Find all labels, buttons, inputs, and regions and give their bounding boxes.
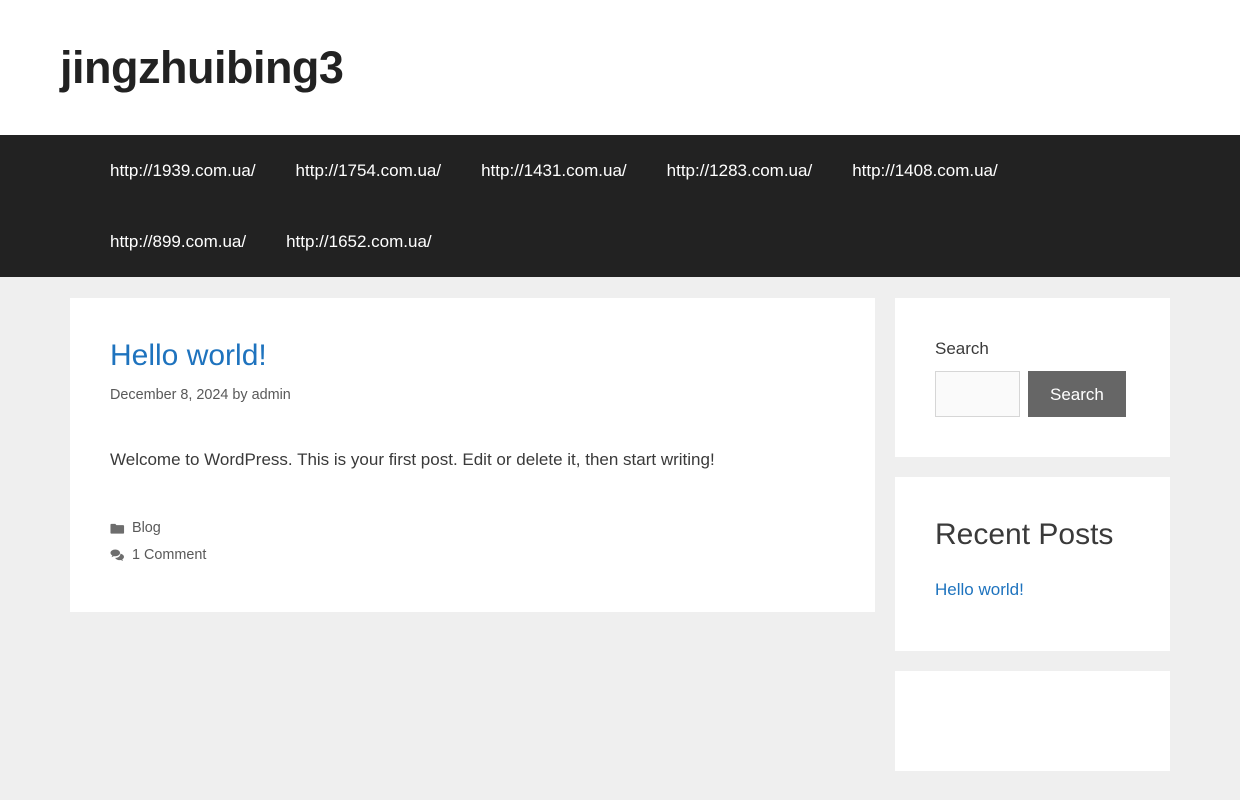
nav-item-899[interactable]: http://899.com.ua/ [90,206,266,277]
site-header: jingzhuibing3 [0,0,1240,135]
category-link-blog[interactable]: Blog [132,517,161,539]
nav-item-1408[interactable]: http://1408.com.ua/ [832,135,1018,206]
post-paragraph: Welcome to WordPress. This is your first… [110,449,715,469]
comments-icon [110,548,125,563]
nav-item-1431[interactable]: http://1431.com.ua/ [461,135,647,206]
recent-post-link-hello-world[interactable]: Hello world! [935,580,1024,599]
nav-item-1283[interactable]: http://1283.com.ua/ [647,135,833,206]
sidebar: Search Search Recent Posts Hello world! [895,298,1170,791]
recent-posts-list: Hello world! [935,577,1130,603]
comments-link[interactable]: 1 Comment [132,544,206,566]
widget-recent-posts: Recent Posts Hello world! [895,477,1170,651]
widget-additional [895,670,1170,771]
post-by-label: by [232,387,248,403]
site-header-inner: jingzhuibing3 [20,43,1220,93]
post-author-link[interactable]: admin [252,387,291,403]
nav-item-1754[interactable]: http://1754.com.ua/ [276,135,462,206]
post-comments: 1 Comment [110,544,835,566]
post-date: December 8, 2024 [110,387,229,403]
search-form: Search [935,371,1130,418]
widget-title-recent-posts: Recent Posts [935,518,1114,552]
site-content: Hello world! December 8, 2024 by admin W… [0,277,1240,791]
post-footer: Blog 1 Comment [110,517,835,567]
nav-item-1939[interactable]: http://1939.com.ua/ [90,135,276,206]
content-area: Hello world! December 8, 2024 by admin W… [70,298,875,632]
widget-search: Search Search [895,298,1170,458]
site-title[interactable]: jingzhuibing3 [60,43,1180,93]
post-content: Welcome to WordPress. This is your first… [110,447,835,473]
search-submit-button[interactable]: Search [1028,371,1126,418]
post-article: Hello world! December 8, 2024 by admin W… [70,298,875,612]
search-input[interactable] [935,371,1020,418]
post-meta: December 8, 2024 by admin [110,385,835,407]
primary-navigation: http://1939.com.ua/ http://1754.com.ua/ … [0,135,1240,277]
post-title-link[interactable]: Hello world! [110,338,835,374]
list-item: Hello world! [935,577,1130,603]
nav-item-1652[interactable]: http://1652.com.ua/ [266,206,452,277]
navigation-list: http://1939.com.ua/ http://1754.com.ua/ … [20,135,1220,277]
post-categories: Blog [110,517,835,539]
folder-icon [110,521,125,536]
search-label: Search [935,339,989,358]
